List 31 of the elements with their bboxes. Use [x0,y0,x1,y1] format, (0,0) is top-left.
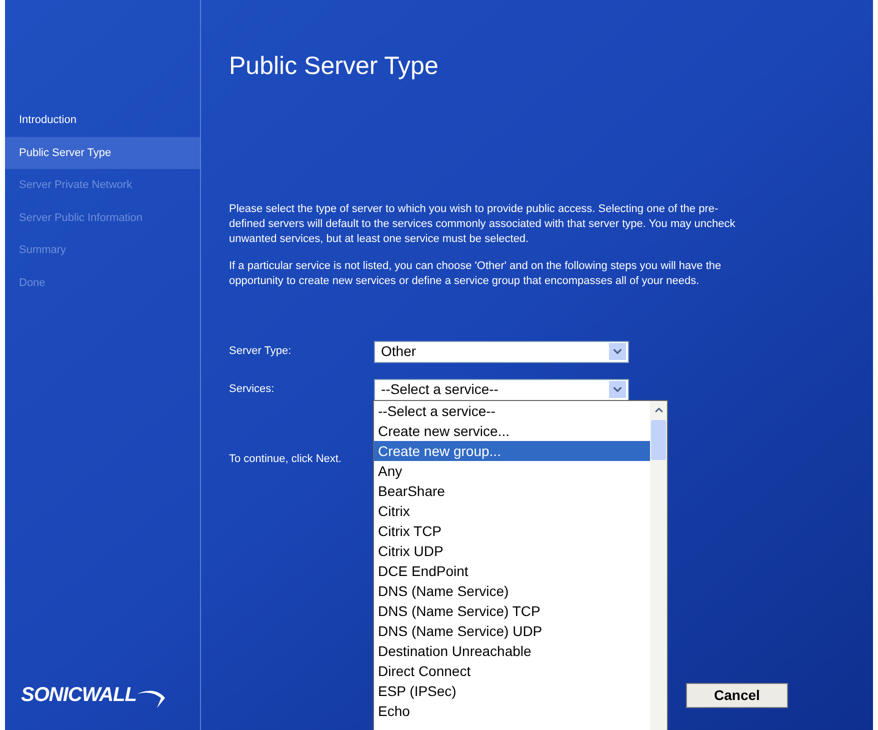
dropdown-option[interactable]: Citrix TCP [374,521,650,541]
dropdown-option[interactable]: Direct Connect [374,661,650,681]
description-text: Please select the type of server to which you wish to provide public access. Selecting one of the pre-defined servers will default to the services commonly associated with that server type. You may uncheck unwanted services, but at least one service must be selected. [229,202,736,246]
sidebar-item[interactable]: Introduction [5,104,200,136]
dropdown-option[interactable]: Destination Unreachable [374,641,650,661]
cancel-button[interactable]: Cancel [686,683,788,708]
dropdown-option[interactable]: Create new service... [374,421,650,441]
scrollbar[interactable] [650,401,667,730]
logo: SONICWALL [21,683,136,708]
dropdown-option[interactable]: ESP (IPSec) [374,681,650,701]
dropdown-option[interactable]: --Select a service-- [374,401,650,421]
dropdown-option[interactable]: Create new group... [374,441,650,461]
select-field[interactable]: --Select a service-- [374,378,629,400]
dropdown-option[interactable]: Echo [374,701,650,721]
dropdown-option[interactable]: BearShare [374,481,650,501]
field-label: Server Type: [229,344,292,360]
hint-text: To continue, click Next. [229,452,342,466]
dropdown-option[interactable]: Citrix [374,501,650,521]
scrollbar-thumb[interactable] [651,420,666,460]
dropdown-option[interactable]: Citrix UDP [374,541,650,561]
dropdown-option[interactable]: Any [374,461,650,481]
page-title: Public Server Type [229,51,440,82]
sidebar-item[interactable]: Public Server Type [5,136,200,169]
dropdown-option[interactable]: DCE EndPoint [374,561,650,581]
swoosh-icon [136,688,166,710]
dropdown-option[interactable]: DNS (Name Service) UDP [374,621,650,641]
dropdown-option[interactable]: DNS (Name Service) [374,581,650,601]
dropdown-option[interactable]: DNS (Name Service) TCP [374,601,650,621]
select-field[interactable]: Other [374,340,629,362]
field-label: Services: [229,382,276,398]
description-text: If a particular service is not listed, you can choose 'Other' and on the following steps you will have the opportunity to create new services or define a service group that encompasses all of your needs. [229,258,722,288]
